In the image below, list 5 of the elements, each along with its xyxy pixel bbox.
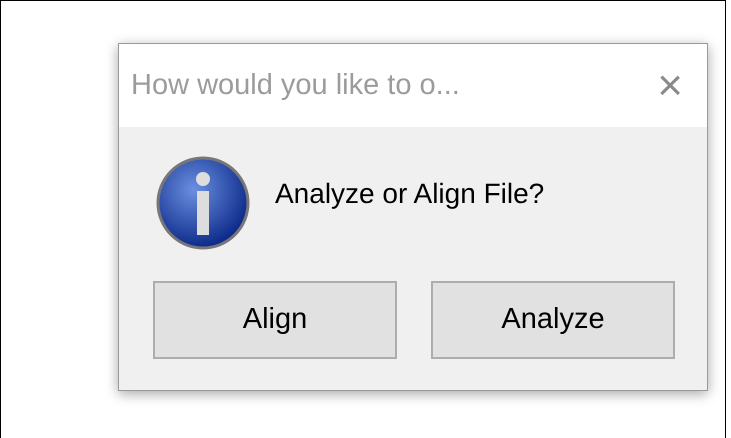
message-text: Analyze or Align File?: [275, 177, 544, 211]
dialog-button[interactable]: Analyze: [431, 281, 675, 359]
info-icon: [155, 155, 251, 251]
window-title: How would you like to o...: [131, 68, 460, 103]
dialog-button[interactable]: Align: [153, 281, 397, 359]
